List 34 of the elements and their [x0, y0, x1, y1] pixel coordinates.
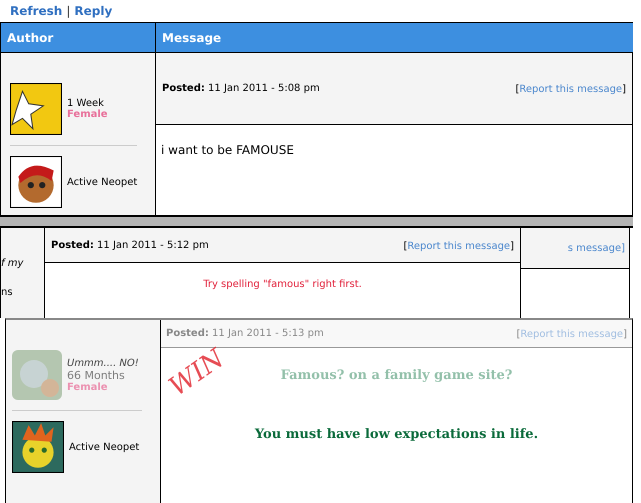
tenure-text: 1 Week — [67, 98, 105, 109]
cut-text: ns — [1, 287, 14, 298]
posted-date: Posted: 11 Jan 2011 - 5:13 pm — [166, 328, 324, 339]
message-text: Try spelling "famous" right first. — [202, 278, 363, 290]
cut-text: f my — [1, 258, 24, 269]
star-logo-avatar — [10, 83, 62, 135]
pet-avatar — [10, 156, 62, 208]
report-link[interactable]: Report this message — [520, 329, 624, 340]
bracket: [ — [403, 240, 408, 252]
report-link[interactable]: Report this message — [519, 84, 622, 95]
bracket: ] — [623, 329, 627, 340]
bracket: [ — [516, 329, 520, 340]
gender-text: Female — [67, 109, 108, 120]
message-text: You must have low expectations in life. — [254, 427, 540, 442]
bracket: ] — [622, 84, 626, 95]
signature-text: Ummm.... NO! — [67, 358, 139, 368]
posted-date: Posted: 11 Jan 2011 - 5:12 pm — [51, 240, 209, 250]
posted-date: Posted: 11 Jan 2011 - 5:08 pm — [162, 83, 320, 94]
reply-link[interactable]: Reply — [74, 4, 112, 18]
refresh-link[interactable]: Refresh — [10, 4, 62, 18]
tenure-text: 66 Months — [67, 368, 126, 382]
bracket: [ — [515, 84, 520, 95]
report-link[interactable]: Report this message — [407, 240, 510, 252]
gender-text: Female — [67, 382, 109, 392]
pet-status-text: Active Neopet — [69, 442, 140, 452]
cut-report-link[interactable]: s message] — [521, 228, 629, 269]
message-text: i want to be FAMOUSE — [161, 143, 295, 157]
message-column-header: Message — [161, 30, 222, 47]
pet-avatar — [12, 350, 62, 400]
bracket: ] — [510, 240, 514, 252]
link-separator: | — [66, 4, 70, 18]
author-column-header: Author — [1, 23, 156, 52]
pet-status-text: Active Neopet — [67, 176, 138, 188]
pet-avatar — [12, 421, 64, 473]
